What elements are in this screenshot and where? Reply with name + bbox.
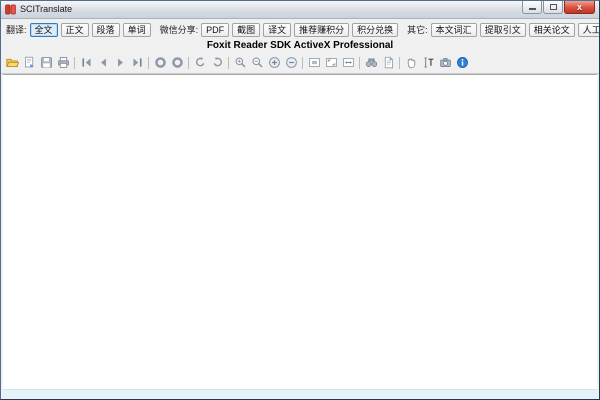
zoom-out-tool-icon[interactable] [249,55,265,70]
maximize-button[interactable] [543,1,563,14]
document-area[interactable] [3,74,597,389]
maximize-icon [550,4,557,10]
rotate-right-icon[interactable] [209,55,225,70]
previous-view-icon[interactable] [152,55,168,70]
find-icon[interactable] [363,55,379,70]
extract-citations-button[interactable]: 提取引文 [480,23,526,37]
icon-toolbar [1,53,599,74]
title-bar: SCITranslate x [1,1,599,19]
fit-page-icon[interactable] [323,55,339,70]
translate-word-button[interactable]: 单词 [123,23,151,37]
print-icon[interactable] [55,55,71,70]
translate-paragraph-button[interactable]: 段落 [92,23,120,37]
open-folder-icon[interactable] [4,55,20,70]
document-vocabulary-button[interactable]: 本文词汇 [431,23,477,37]
app-window: SCITranslate x 翻译: 全文 正文 段落 单词 微信分享: PDF… [0,0,600,400]
share-screenshot-button[interactable]: 截图 [232,23,260,37]
fit-width-icon[interactable] [340,55,356,70]
translate-fulltext-button[interactable]: 全文 [30,23,58,37]
wechat-share-group-label: 微信分享: [160,23,199,36]
about-icon[interactable] [454,55,470,70]
previous-page-icon[interactable] [95,55,111,70]
save-icon[interactable] [38,55,54,70]
points-redeem-button[interactable]: 积分兑换 [352,23,398,37]
next-page-icon[interactable] [112,55,128,70]
share-translation-button[interactable]: 译文 [263,23,291,37]
zoom-in-tool-icon[interactable] [232,55,248,70]
hand-tool-icon[interactable] [403,55,419,70]
select-text-icon[interactable] [420,55,436,70]
snapshot-camera-icon[interactable] [437,55,453,70]
snapshot-page-icon[interactable] [380,55,396,70]
first-page-icon[interactable] [78,55,94,70]
main-toolbar: 翻译: 全文 正文 段落 单词 微信分享: PDF 截图 译文 推荐赚积分 积分… [1,19,599,39]
toolbar-separator [188,57,189,69]
translate-group-label: 翻译: [6,23,27,36]
minimize-icon [529,8,536,10]
other-group-label: 其它: [407,23,428,36]
toolbar-separator [74,57,75,69]
share-pdf-button[interactable]: PDF [201,23,229,37]
zoom-in-icon[interactable] [266,55,282,70]
toolbar-separator [148,57,149,69]
rotate-left-icon[interactable] [192,55,208,70]
zoom-out-icon[interactable] [283,55,299,70]
recommend-earn-points-button[interactable]: 推荐赚积分 [294,23,349,37]
window-title: SCITranslate [20,4,72,15]
actual-size-icon[interactable] [306,55,322,70]
status-strip [3,389,597,397]
toolbar-separator [302,57,303,69]
next-view-icon[interactable] [169,55,185,70]
toolbar-separator [399,57,400,69]
related-papers-button[interactable]: 相关论文 [529,23,575,37]
toolbar-separator [228,57,229,69]
app-icon [5,4,16,15]
last-page-icon[interactable] [129,55,145,70]
translate-body-button[interactable]: 正文 [61,23,89,37]
toolbar-separator [359,57,360,69]
save-as-icon[interactable] [21,55,37,70]
sdk-title: Foxit Reader SDK ActiveX Professional [1,39,599,53]
window-controls: x [522,1,599,14]
minimize-button[interactable] [522,1,542,14]
close-button[interactable]: x [564,1,595,14]
human-translation-button[interactable]: 人工翻译 [578,23,600,37]
